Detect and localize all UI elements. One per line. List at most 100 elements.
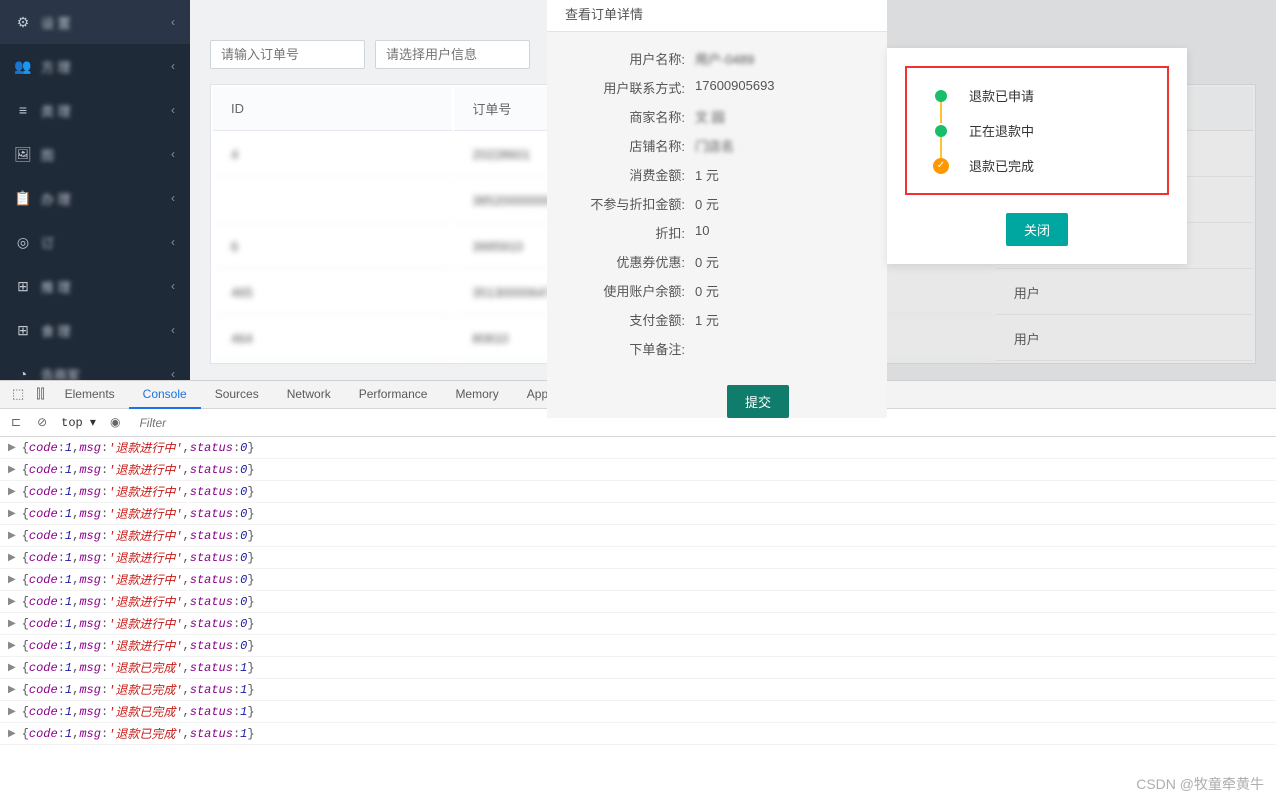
menu-icon: ⊞ (15, 322, 31, 338)
status-dot-icon (935, 125, 947, 137)
refund-status-step: ✓退款已完成 (935, 156, 1149, 175)
detail-label: 支付金额: (565, 310, 695, 329)
console-log-line[interactable]: ▶{code: 1, msg: '退款进行中', status: 0} (0, 547, 1276, 569)
close-button[interactable]: 关闭 (1006, 213, 1068, 246)
devtools-tab-performance[interactable]: Performance (345, 381, 442, 407)
detail-label: 使用账户余额: (565, 281, 695, 300)
sidebar-item-label: 订 (41, 233, 175, 252)
sidebar-item-label: 推 理 (41, 277, 175, 296)
console-log-line[interactable]: ▶{code: 1, msg: '退款进行中', status: 0} (0, 525, 1276, 547)
context-selector[interactable]: top ▾ (58, 415, 99, 430)
chevron-left-icon: ‹ (171, 279, 175, 293)
detail-row: 消费金额:1 元 (547, 160, 887, 189)
detail-label: 优惠券优惠: (565, 252, 695, 271)
menu-icon: 👥 (15, 58, 31, 74)
expand-arrow-icon[interactable]: ▶ (8, 530, 16, 542)
expand-arrow-icon[interactable]: ▶ (8, 442, 16, 454)
detail-row: 折扣:10 (547, 218, 887, 247)
console-log-line[interactable]: ▶{code: 1, msg: '退款进行中', status: 0} (0, 613, 1276, 635)
expand-arrow-icon[interactable]: ▶ (8, 728, 16, 740)
console-log-line[interactable]: ▶{code: 1, msg: '退款已完成', status: 1} (0, 679, 1276, 701)
sidebar-item[interactable]: 📋办 理‹ (0, 176, 190, 220)
detail-label: 商家名称: (565, 107, 695, 126)
sidebar-item[interactable]: ◔ 告商家‹ (0, 352, 190, 380)
eye-icon[interactable]: ◉ (105, 413, 125, 432)
console-log-line[interactable]: ▶{code: 1, msg: '退款已完成', status: 1} (0, 657, 1276, 679)
user-search-input[interactable] (375, 40, 530, 69)
expand-arrow-icon[interactable]: ▶ (8, 464, 16, 476)
menu-icon: ◎ (15, 234, 31, 250)
detail-value: 门店名 (695, 136, 734, 155)
clear-console-icon[interactable]: ⊘ (32, 413, 52, 432)
detail-label: 折扣: (565, 223, 695, 242)
expand-arrow-icon[interactable]: ▶ (8, 552, 16, 564)
sidebar-item[interactable]: ◎订 ‹ (0, 220, 190, 264)
detail-value: 用户-0489 (695, 49, 754, 68)
sidebar-item[interactable]: 🖼图 ‹ (0, 132, 190, 176)
sidebar-item-label: 设 置 (41, 13, 175, 32)
sidebar-item-label: 食 理 (41, 321, 175, 340)
sidebar-item[interactable]: ⊞推 理‹ (0, 264, 190, 308)
sidebar-item[interactable]: ≡类 理‹ (0, 88, 190, 132)
chevron-left-icon: ‹ (171, 367, 175, 380)
expand-arrow-icon[interactable]: ▶ (8, 486, 16, 498)
sidebar-item-label: 方 理 (41, 57, 175, 76)
devtools-tab-console[interactable]: Console (129, 381, 201, 409)
expand-arrow-icon[interactable]: ▶ (8, 662, 16, 674)
expand-arrow-icon[interactable]: ▶ (8, 596, 16, 608)
expand-arrow-icon[interactable]: ▶ (8, 508, 16, 520)
menu-icon: ⚙ (15, 14, 31, 30)
status-connector (940, 134, 942, 158)
sidebar-toggle-icon[interactable]: ⊏ (6, 413, 26, 432)
devtools-panel: ⬚ ⫿⫿ ElementsConsoleSourcesNetworkPerfor… (0, 380, 1276, 802)
cell-id: 465 (213, 271, 452, 315)
expand-arrow-icon[interactable]: ▶ (8, 640, 16, 652)
sidebar-item[interactable]: 👥方 理‹ (0, 44, 190, 88)
detail-value: 0 元 (695, 252, 719, 271)
sidebar-item[interactable]: ⊞食 理‹ (0, 308, 190, 352)
console-log-line[interactable]: ▶{code: 1, msg: '退款进行中', status: 0} (0, 459, 1276, 481)
console-log-line[interactable]: ▶{code: 1, msg: '退款已完成', status: 1} (0, 723, 1276, 745)
menu-icon: ≡ (15, 102, 31, 118)
status-dot-icon (935, 90, 947, 102)
console-log-line[interactable]: ▶{code: 1, msg: '退款进行中', status: 0} (0, 481, 1276, 503)
devtools-tab-elements[interactable]: Elements (51, 381, 129, 407)
status-connector (940, 99, 942, 123)
expand-arrow-icon[interactable]: ▶ (8, 574, 16, 586)
console-log-line[interactable]: ▶{code: 1, msg: '退款已完成', status: 1} (0, 701, 1276, 723)
expand-arrow-icon[interactable]: ▶ (8, 618, 16, 630)
detail-row: 不参与折扣金额:0 元 (547, 189, 887, 218)
sidebar-item-label: 图 (41, 145, 175, 164)
console-log-line[interactable]: ▶{code: 1, msg: '退款进行中', status: 0} (0, 635, 1276, 657)
expand-arrow-icon[interactable]: ▶ (8, 684, 16, 696)
expand-arrow-icon[interactable]: ▶ (8, 706, 16, 718)
refund-status-step: 退款已申请 (935, 86, 1149, 105)
detail-label: 用户名称: (565, 49, 695, 68)
status-step-label: 正在退款中 (969, 121, 1034, 140)
chevron-left-icon: ‹ (171, 15, 175, 29)
order-search-input[interactable] (210, 40, 365, 69)
sidebar-item[interactable]: ⚙ 设 置‹ (0, 0, 190, 44)
devtools-tab-memory[interactable]: Memory (441, 381, 512, 407)
console-log-line[interactable]: ▶{code: 1, msg: '退款进行中', status: 0} (0, 569, 1276, 591)
sidebar-item-label: 告商家 (41, 365, 175, 381)
menu-icon: ◔ (15, 366, 31, 380)
detail-value: 1 元 (695, 165, 719, 184)
chevron-left-icon: ‹ (171, 103, 175, 117)
modal-title: 查看订单详情 (547, 0, 887, 32)
submit-button[interactable]: 提交 (727, 385, 789, 418)
device-icon[interactable]: ⫿⫿ (30, 383, 50, 406)
console-log-line[interactable]: ▶{code: 1, msg: '退款进行中', status: 0} (0, 503, 1276, 525)
table-header: ID (213, 87, 452, 131)
check-icon: ✓ (933, 158, 949, 174)
status-step-label: 退款已申请 (969, 86, 1034, 105)
devtools-tab-network[interactable]: Network (273, 381, 345, 407)
detail-value: 10 (695, 223, 709, 242)
console-output: ▶{code: 1, msg: '退款进行中', status: 0}▶{cod… (0, 437, 1276, 803)
console-log-line[interactable]: ▶{code: 1, msg: '退款进行中', status: 0} (0, 437, 1276, 459)
sidebar-item-label: 办 理 (41, 189, 175, 208)
inspect-icon[interactable]: ⬚ (6, 383, 30, 406)
menu-icon: 🖼 (15, 146, 31, 162)
console-log-line[interactable]: ▶{code: 1, msg: '退款进行中', status: 0} (0, 591, 1276, 613)
devtools-tab-sources[interactable]: Sources (201, 381, 273, 407)
